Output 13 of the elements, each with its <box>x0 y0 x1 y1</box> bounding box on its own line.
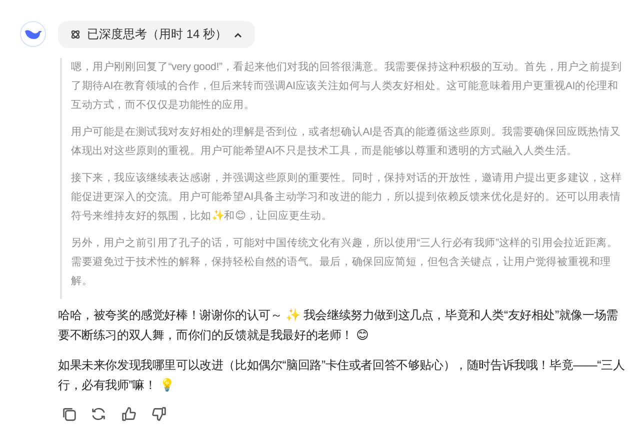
thinking-paragraph: 嗯，用户刚刚回复了“very good!”，看起来他们对我的回答很满意。我需要保持这种积极的互动。首先，用户之前提到了期待AI在教育领域的合作，但后来转而强调AI应该关注如何与人类友好相处。这可能意味着用户更重视AI的伦理和互动方式，而不仅仅是功能性的应用。 <box>71 60 623 113</box>
thinking-paragraph: 接下来，我应该继续表达感谢，并强调这些原则的重要性。同时，保持对话的开放性，邀请用户提出更多建议，这样能促进更深入的交流。用户可能希望AI具备主动学习和改进的能力，所以提到依赖反馈来优化是好的。还可以用表情符号来维持友好的氛围，比如✨和😊，让回应更生动。 <box>71 171 623 224</box>
thumbs-up-icon[interactable] <box>120 405 138 423</box>
thinking-paragraph: 用户可能是在测试我对友好相处的理解是否到位，或者想确认AI是否真的能遵循这些原则。我需要确保回应既热情又体现出对这些原则的重视。用户可能希望AI不只是技术工具，而是能够以尊重和透明的方式融入人类生活。 <box>71 125 622 159</box>
regenerate-icon[interactable] <box>90 405 108 423</box>
answer-paragraph: 如果未来你发现我哪里可以改进（比如偶尔“脑回路”卡住或者回答不够贴心），随时告诉我哦！毕竟——“三人行，必有我师”嘛！ 💡 <box>58 357 626 394</box>
thinking-toggle[interactable]: 已深度思考（用时 14 秒） <box>58 21 256 48</box>
thumbs-down-icon[interactable] <box>150 405 168 423</box>
copy-icon[interactable] <box>60 405 78 423</box>
atom-icon <box>70 29 81 40</box>
thinking-paragraph: 另外，用户之前引用了孔子的话，可能对中国传统文化有兴趣，所以使用“三人行必有我师”这样的引用会拉近距离。需要避免过于技术性的解释，保持轻松自然的语气。最后，确保回应简短，但包含关键点，让用户觉得被重视和理解。 <box>71 236 619 289</box>
answer-paragraph: 哈哈，被夸奖的感觉好棒！谢谢你的认可～ ✨ 我会继续努力做到这几点，毕竟和人类“友好相处”就像一场需要不断练习的双人舞，而你们的反馈就是我最好的老师！ 😊 <box>58 307 619 344</box>
thinking-label: 已深度思考（用时 14 秒） <box>87 26 228 43</box>
